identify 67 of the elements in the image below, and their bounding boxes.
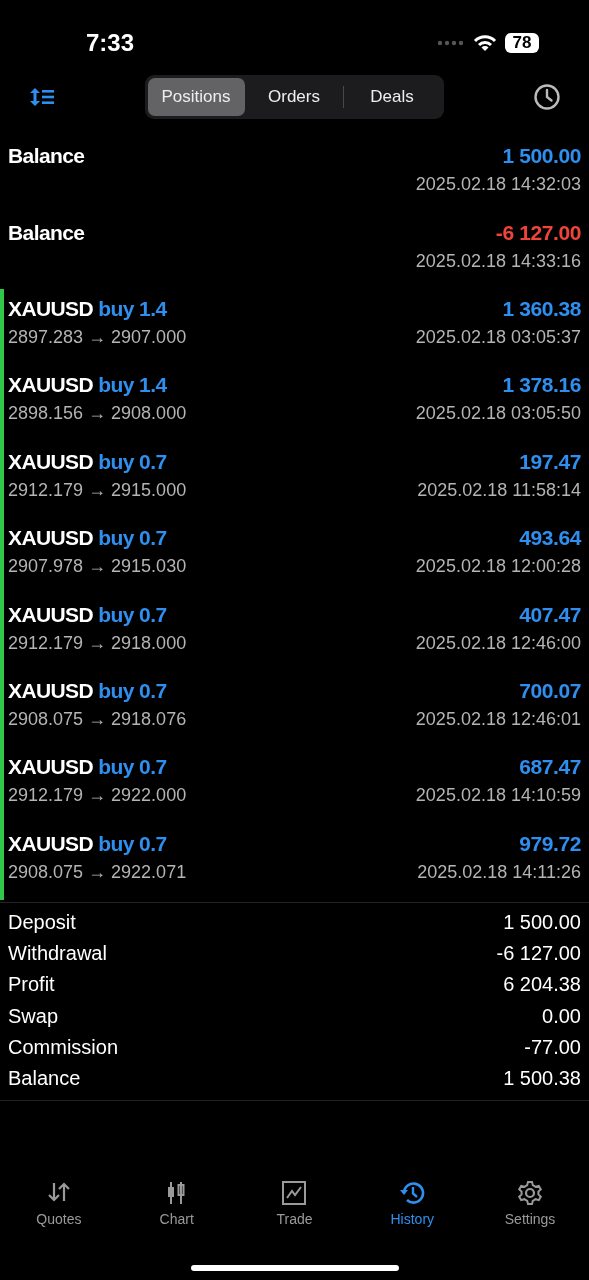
price-range: 2898.156 → 2908.000 xyxy=(8,403,187,425)
row-title: XAUUSD buy 0.7 xyxy=(8,602,167,627)
profit-amount: 1 500.00 xyxy=(502,144,581,169)
timestamp: 2025.02.18 14:32:03 xyxy=(415,174,581,196)
timestamp: 2025.02.18 14:33:16 xyxy=(415,250,581,272)
row-title: XAUUSD buy 0.7 xyxy=(8,755,167,780)
summary-value: 0.00 xyxy=(542,1003,581,1029)
summary-value: 1 500.00 xyxy=(503,909,581,935)
summary-label: Profit xyxy=(8,972,55,998)
timestamp: 2025.02.18 14:10:59 xyxy=(415,785,581,807)
line-chart-icon xyxy=(281,1180,308,1206)
timestamp: 2025.02.18 14:11:26 xyxy=(417,861,581,883)
price-range: 2907.978 → 2915.030 xyxy=(8,556,187,578)
timestamp: 2025.02.18 03:05:37 xyxy=(415,326,581,348)
profit-amount: 407.47 xyxy=(519,602,581,627)
row-title: XAUUSD buy 1.4 xyxy=(8,373,167,398)
summary-label: Withdrawal xyxy=(8,941,107,967)
profit-amount: 700.07 xyxy=(519,678,581,703)
summary-value: 1 500.38 xyxy=(503,1065,581,1091)
timestamp: 2025.02.18 12:46:01 xyxy=(415,708,581,730)
profit-amount: 197.47 xyxy=(519,449,581,474)
sort-icon[interactable] xyxy=(29,86,55,108)
segment-tab[interactable]: Orders xyxy=(245,78,343,116)
row-title: XAUUSD buy 0.7 xyxy=(8,449,167,474)
signal-icon xyxy=(437,40,465,46)
row-title: Balance xyxy=(8,144,85,169)
summary-label: Swap xyxy=(8,1003,59,1029)
row-title: XAUUSD buy 1.4 xyxy=(8,296,167,321)
summary-label: Balance xyxy=(8,1065,81,1091)
price-range: 2908.075 → 2918.076 xyxy=(8,708,187,730)
summary-value: 6 204.38 xyxy=(503,972,581,998)
wifi-icon xyxy=(473,34,497,52)
profit-amount: 979.72 xyxy=(519,831,581,856)
tab-bar-item[interactable]: Trade xyxy=(236,1179,353,1228)
price-range: 2897.283 → 2907.000 xyxy=(8,326,187,348)
profit-amount: 687.47 xyxy=(519,755,581,780)
price-range: 2912.179 → 2922.000 xyxy=(8,785,187,807)
tab-bar-item[interactable]: Settings xyxy=(471,1179,589,1228)
history-icon xyxy=(399,1180,426,1206)
tab-bar-item[interactable]: Quotes xyxy=(0,1179,118,1228)
timestamp: 2025.02.18 11:58:14 xyxy=(417,479,581,501)
profit-amount: -6 127.00 xyxy=(495,220,581,245)
settings-icon xyxy=(517,1180,544,1206)
segment-tab[interactable]: Positions xyxy=(147,78,245,116)
summary-label: Commission xyxy=(8,1034,119,1060)
price-range: 2912.179 → 2918.000 xyxy=(8,632,187,654)
battery-level: 78 xyxy=(512,33,532,53)
segment-tab[interactable]: Deals xyxy=(343,78,441,116)
profit-amount: 1 360.38 xyxy=(502,296,581,321)
row-title: XAUUSD buy 0.7 xyxy=(8,678,167,703)
clock-icon[interactable] xyxy=(533,83,561,111)
timestamp: 2025.02.18 03:05:50 xyxy=(415,403,581,425)
row-title: XAUUSD buy 0.7 xyxy=(8,526,167,551)
row-title: Balance xyxy=(8,220,85,245)
status-time: 7:33 xyxy=(86,28,135,58)
profit-amount: 493.64 xyxy=(519,526,581,551)
tab-bar-item[interactable]: History xyxy=(353,1179,471,1228)
summary-value: -77.00 xyxy=(524,1034,581,1060)
price-range: 2908.075 → 2922.071 xyxy=(8,861,187,883)
tab-bar-item[interactable]: Chart xyxy=(118,1179,236,1228)
summary-label: Deposit xyxy=(8,909,76,935)
row-title: XAUUSD buy 0.7 xyxy=(8,831,167,856)
summary-value: -6 127.00 xyxy=(496,941,581,967)
timestamp: 2025.02.18 12:46:00 xyxy=(415,632,581,654)
profit-amount: 1 378.16 xyxy=(502,373,581,398)
price-range: 2912.179 → 2915.000 xyxy=(8,479,187,501)
timestamp: 2025.02.18 12:00:28 xyxy=(415,556,581,578)
